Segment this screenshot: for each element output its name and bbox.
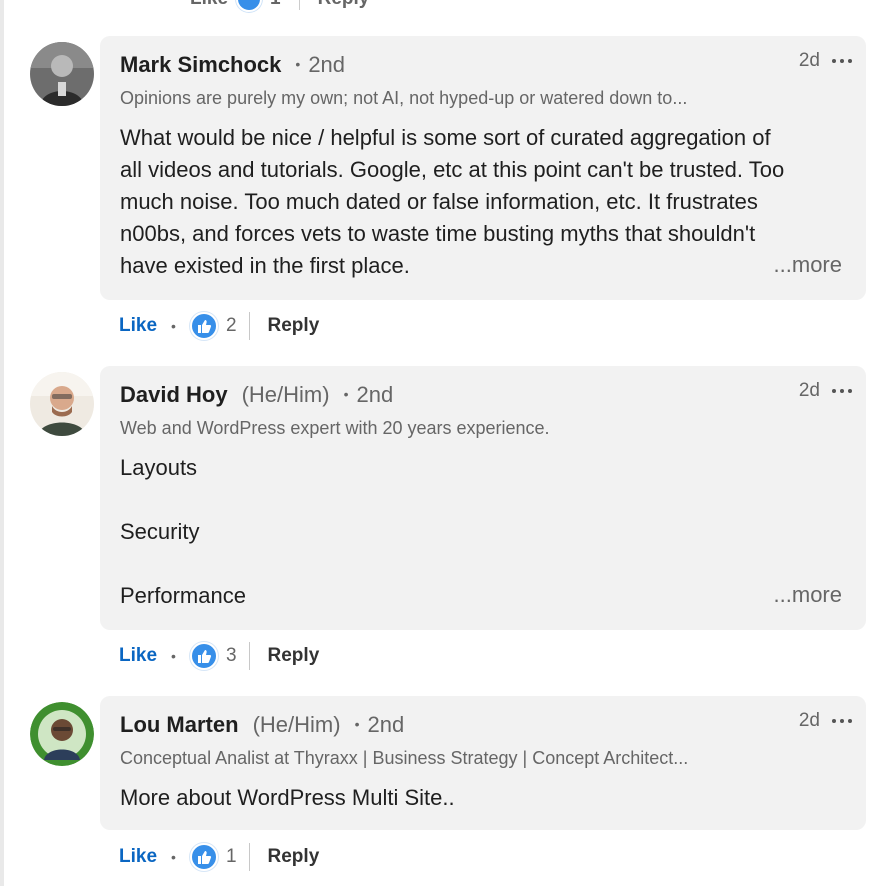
- comment-line: [120, 484, 846, 516]
- connection-degree: 2nd: [308, 52, 346, 77]
- comment-line: More about WordPress Multi Site..: [120, 785, 455, 810]
- reply-button[interactable]: Reply: [268, 645, 320, 667]
- author-headline: Web and WordPress expert with 20 years e…: [120, 418, 550, 438]
- separator-dot: •: [343, 386, 349, 402]
- like-button[interactable]: Like: [190, 0, 228, 10]
- separator-dot: •: [171, 648, 176, 664]
- reaction-count[interactable]: 1: [270, 0, 281, 10]
- avatar[interactable]: [30, 702, 94, 766]
- comment-bubble: Mark Simchock • 2nd Opinions are purely …: [100, 36, 866, 300]
- connection-degree: 2nd: [367, 712, 405, 737]
- thumbs-up-icon[interactable]: [189, 843, 218, 871]
- like-button[interactable]: Like: [119, 846, 157, 868]
- author-headline: Opinions are purely my own; not AI, not …: [120, 88, 688, 108]
- comment-line: Security: [120, 519, 200, 544]
- avatar[interactable]: [30, 372, 94, 436]
- comment-line: [120, 548, 846, 580]
- thumbs-up-icon[interactable]: [189, 642, 218, 670]
- thumbs-up-icon: [236, 0, 263, 12]
- comment: Lou Marten (He/Him) • 2nd Conceptual Ana…: [30, 696, 870, 886]
- reaction-count[interactable]: 3: [226, 645, 237, 667]
- comment-bubble: David Hoy (He/Him) • 2nd Web and WordPre…: [100, 366, 866, 630]
- comment-actions: Like • 3 Reply: [119, 641, 319, 671]
- timestamp: 2d: [798, 50, 820, 71]
- more-options-icon[interactable]: [830, 54, 854, 68]
- comment-line: Layouts: [120, 455, 198, 480]
- like-button[interactable]: Like: [119, 645, 157, 667]
- divider: [298, 0, 300, 10]
- reply-button[interactable]: Reply: [268, 846, 320, 868]
- comment-line: much noise. Too much dated or false info…: [120, 189, 758, 214]
- separator-dot: •: [354, 716, 360, 732]
- comment-line: n00bs, and forces vets to waste time bus…: [120, 221, 756, 246]
- reply-button[interactable]: Reply: [268, 315, 320, 337]
- comment-text: Layouts Security Performance: [120, 452, 846, 612]
- avatar[interactable]: [30, 42, 94, 106]
- divider: [248, 843, 250, 871]
- comment-line: Performance: [120, 583, 246, 608]
- reply-button[interactable]: Reply: [318, 0, 370, 10]
- author-name[interactable]: Mark Simchock: [120, 52, 281, 78]
- comment-actions: Like • 2 Reply: [119, 311, 319, 341]
- author-name[interactable]: Lou Marten: [120, 712, 239, 738]
- reaction-count[interactable]: 2: [226, 315, 237, 337]
- comment-line: all videos and tutorials. Google, etc at…: [120, 157, 785, 182]
- author-pronouns: (He/Him): [241, 382, 330, 407]
- comment-line: What would be nice / helpful is some sor…: [120, 125, 771, 150]
- left-divider: [0, 0, 4, 886]
- divider: [248, 312, 250, 340]
- see-more-link[interactable]: ...more: [774, 582, 842, 608]
- separator-dot: •: [171, 849, 176, 865]
- divider: [248, 642, 250, 670]
- see-more-link[interactable]: ...more: [774, 252, 842, 278]
- comment-text: More about WordPress Multi Site..: [120, 782, 846, 814]
- timestamp: 2d: [798, 380, 820, 401]
- comment-text: What would be nice / helpful is some sor…: [120, 122, 846, 282]
- connection-degree: 2nd: [356, 382, 394, 407]
- like-button[interactable]: Like: [119, 315, 157, 337]
- thumbs-up-icon[interactable]: [189, 312, 218, 340]
- reaction-count[interactable]: 1: [226, 846, 237, 868]
- author-headline: Conceptual Analist at Thyraxx | Business…: [120, 748, 689, 768]
- timestamp: 2d: [798, 710, 820, 731]
- comment: David Hoy (He/Him) • 2nd Web and WordPre…: [30, 366, 870, 686]
- separator-dot: •: [295, 56, 301, 72]
- more-options-icon[interactable]: [830, 384, 854, 398]
- comment-actions: Like • 1 Reply: [119, 842, 319, 872]
- author-name[interactable]: David Hoy: [120, 382, 228, 408]
- previous-comment-actions: Like 1 Reply: [190, 0, 370, 12]
- comment-line: have existed in the first place.: [120, 253, 410, 278]
- comment-bubble: Lou Marten (He/Him) • 2nd Conceptual Ana…: [100, 696, 866, 830]
- comment: Mark Simchock • 2nd Opinions are purely …: [30, 36, 870, 356]
- author-pronouns: (He/Him): [252, 712, 341, 737]
- separator-dot: •: [171, 318, 176, 334]
- more-options-icon[interactable]: [830, 714, 854, 728]
